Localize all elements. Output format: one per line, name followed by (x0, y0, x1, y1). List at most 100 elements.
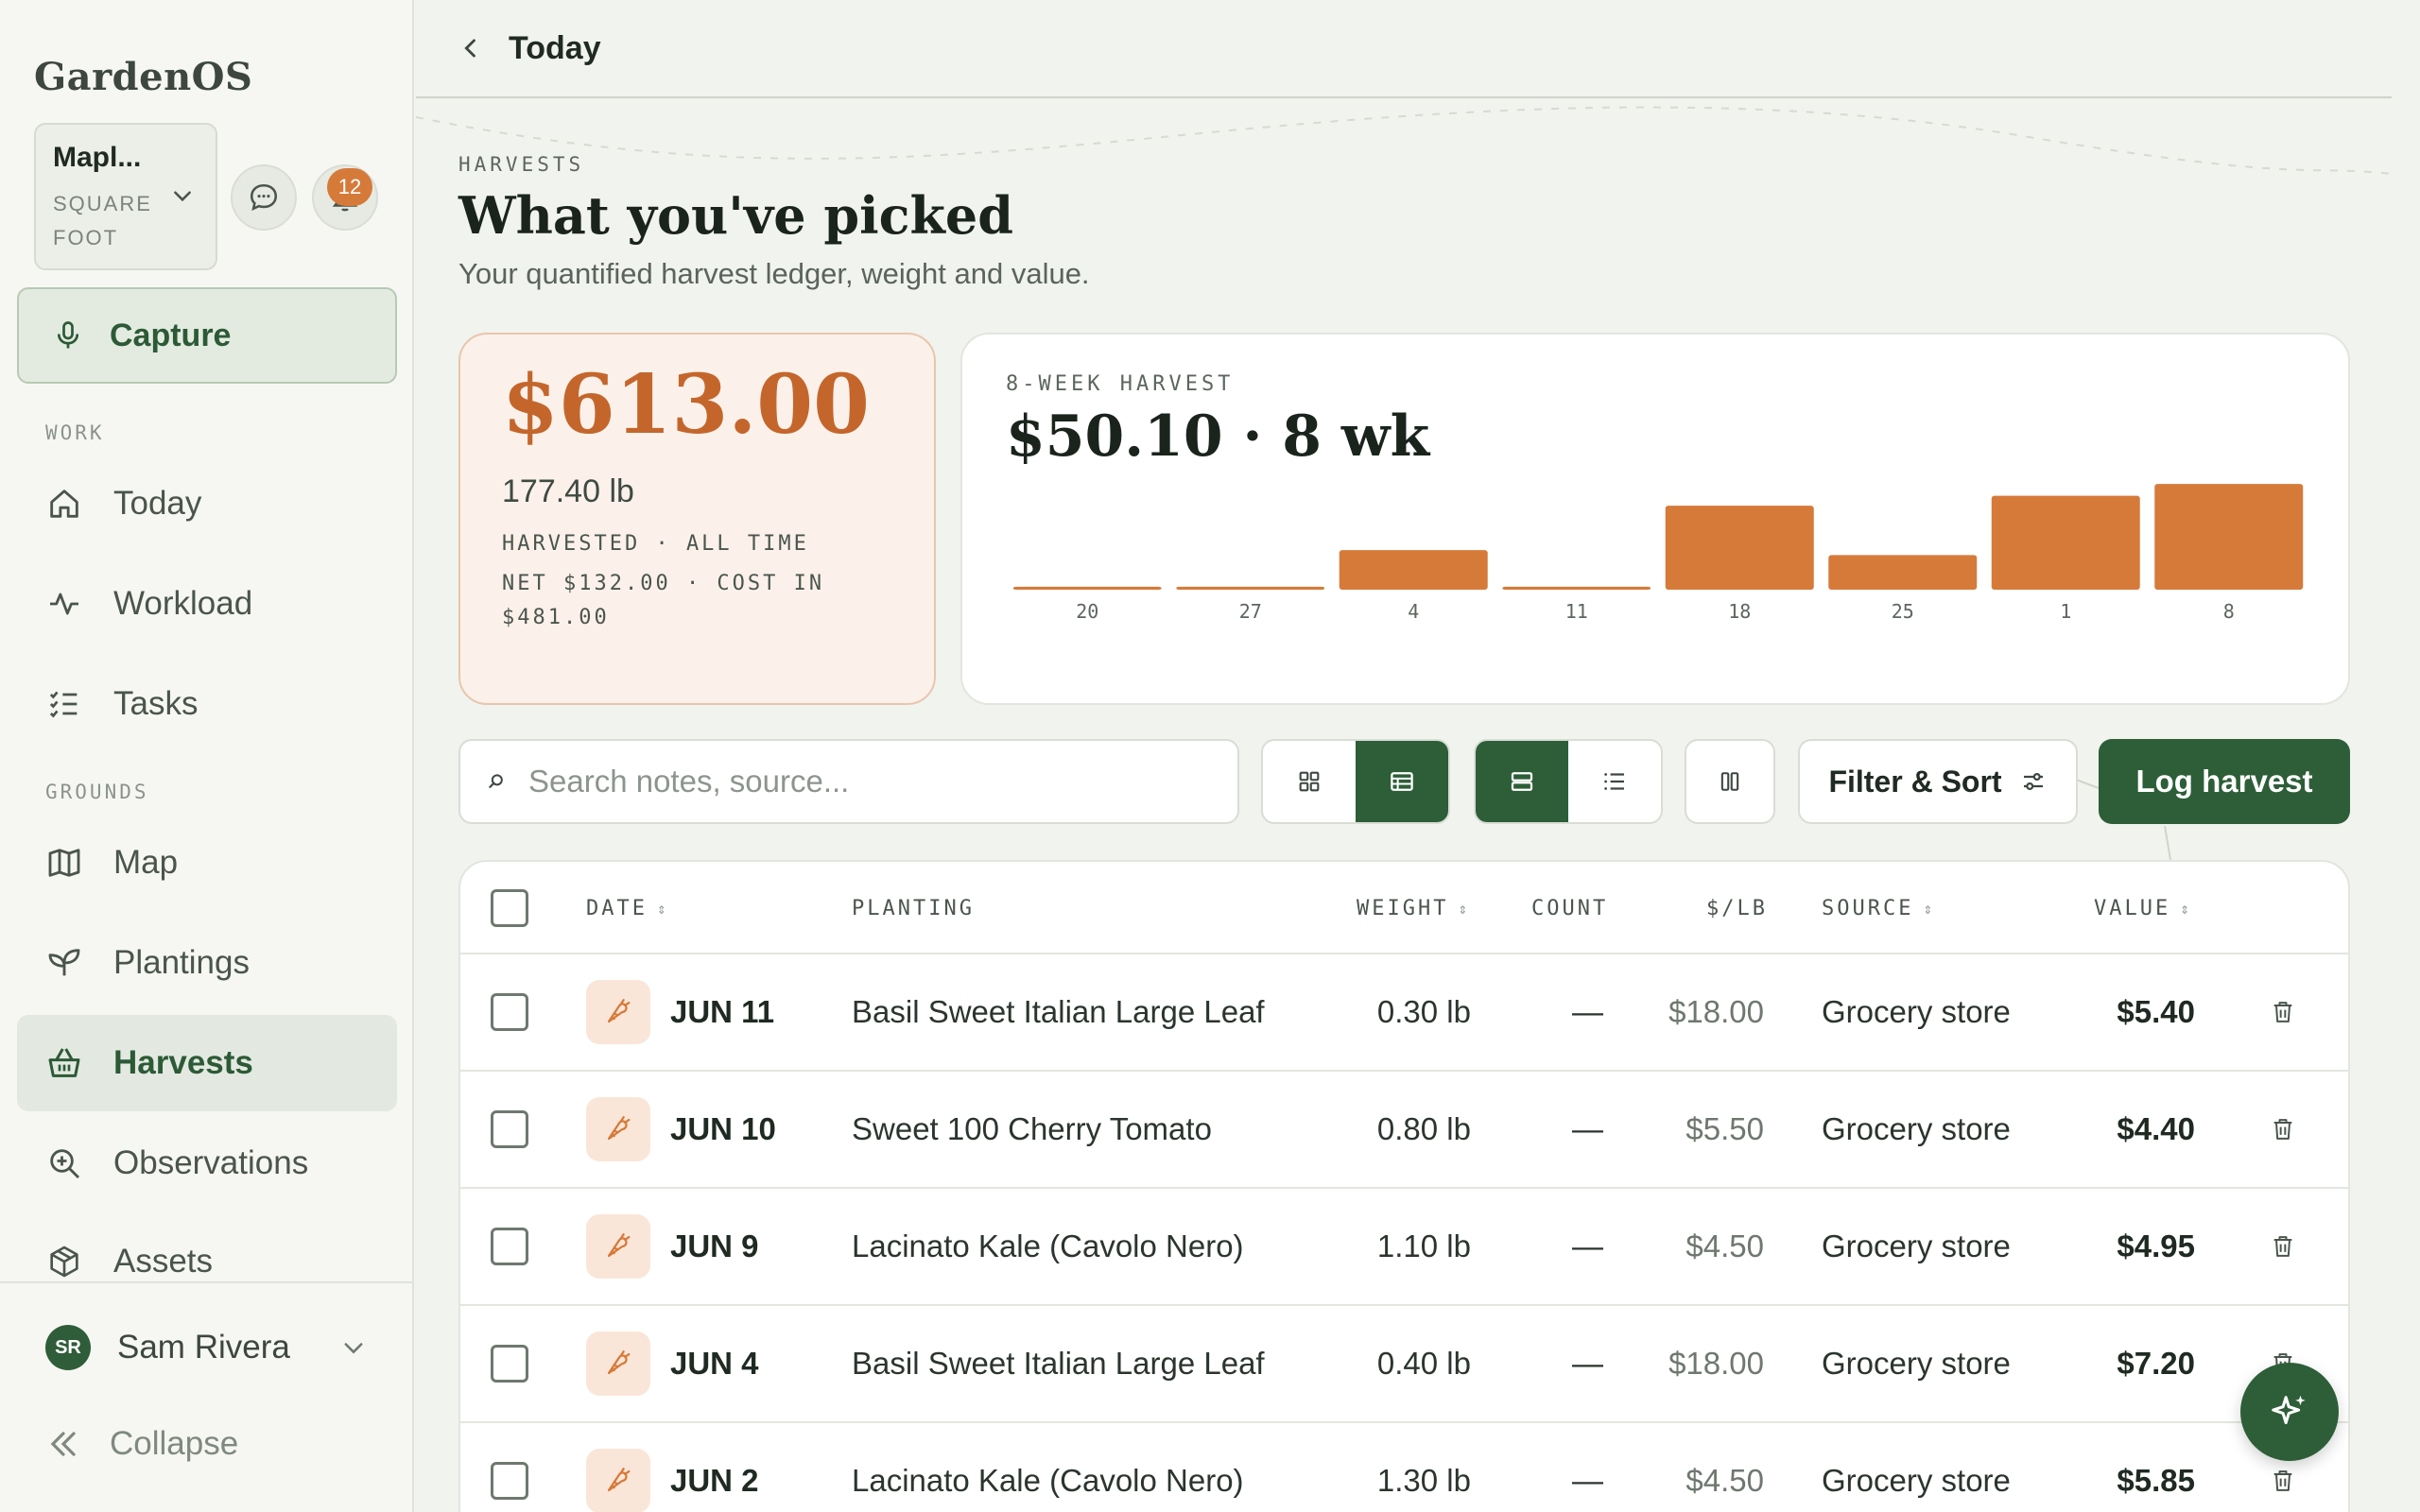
chart-bar (1176, 586, 1325, 590)
row-weight: 0.40 lb (1376, 1346, 1471, 1381)
sidebar-item-label: Harvests (113, 1044, 253, 1081)
row-checkbox[interactable] (491, 1110, 528, 1148)
column-header-source[interactable]: SOURCE ⇕ (1822, 862, 1935, 954)
row-checkbox[interactable] (491, 993, 528, 1031)
zoom-icon (50, 1149, 80, 1179)
log-harvest-label: Log harvest (2135, 764, 2313, 799)
grid-view-button[interactable] (1263, 741, 1356, 822)
carrot-icon (586, 1332, 650, 1396)
collapse-button[interactable]: Collapse (45, 1425, 238, 1463)
delete-button[interactable] (2270, 1189, 2296, 1304)
table-row[interactable]: JUN 11 Basil Sweet Italian Large Leaf 0.… (460, 954, 2348, 1072)
search-icon (489, 774, 503, 788)
chart-tick-label: 27 (1239, 600, 1262, 623)
column-header-label: WEIGHT (1357, 896, 1449, 920)
row-count: — (1572, 1463, 1603, 1498)
row-weight: 0.30 lb (1376, 994, 1471, 1029)
row-checkbox[interactable] (491, 1462, 528, 1500)
sidebar-item-map[interactable]: Map (17, 815, 397, 911)
row-count: — (1572, 1228, 1603, 1263)
avatar: SR (45, 1325, 91, 1370)
trash-icon (2273, 1119, 2292, 1140)
trash-icon (2273, 1470, 2292, 1491)
sidebar-item-harvests[interactable]: Harvests (17, 1015, 397, 1111)
section-label-grounds: GROUNDS (45, 781, 149, 803)
chevron-down-icon (344, 1343, 363, 1354)
activity-icon (50, 593, 78, 615)
search-input[interactable] (528, 764, 1209, 799)
sidebar-item-workload[interactable]: Workload (17, 556, 397, 652)
carrot-icon (586, 1214, 650, 1279)
carrot-icon (586, 1449, 650, 1512)
chat-bubble-icon (250, 183, 278, 212)
column-header-planting: PLANTING (852, 862, 975, 954)
row-count: — (1572, 1111, 1603, 1146)
chart-tick-label: 4 (1408, 600, 1419, 623)
filter-sort-button[interactable]: Filter & Sort (1798, 739, 2078, 824)
row-value: $4.40 (2117, 1111, 2195, 1146)
row-value: $7.20 (2117, 1346, 2195, 1381)
trash-icon (2273, 1002, 2292, 1022)
table-icon (1391, 772, 1413, 791)
garden-selector[interactable]: Mapl... SQUARE FOOT (34, 123, 217, 270)
weekly-kicker: 8-WEEK HARVEST (1006, 372, 1235, 396)
chart-tick-label: 8 (2223, 600, 2235, 623)
row-planting: Basil Sweet Italian Large Leaf (852, 1346, 1265, 1381)
row-planting: Lacinato Kale (Cavolo Nero) (852, 1463, 1244, 1498)
page-title: What you've picked (458, 185, 1014, 246)
carrot-icon (586, 1097, 650, 1161)
sidebar-item-plantings[interactable]: Plantings (17, 915, 397, 1011)
log-harvest-button[interactable]: Log harvest (2099, 739, 2350, 824)
topbar: Today (416, 0, 2392, 98)
total-weight: 177.40 lb (502, 472, 634, 509)
column-header-label: $/LB (1706, 896, 1768, 920)
row-date: JUN 10 (670, 1111, 776, 1146)
delete-button[interactable] (2270, 954, 2296, 1070)
column-header-count: COUNT (1531, 862, 1608, 954)
table-row[interactable]: JUN 9 Lacinato Kale (Cavolo Nero) 1.10 l… (460, 1189, 2348, 1306)
ai-assistant-button[interactable] (2240, 1363, 2339, 1461)
chart-tick-label: 11 (1565, 600, 1588, 623)
checklist-icon (49, 691, 78, 718)
columns-icon (1720, 772, 1739, 791)
comfortable-density-button[interactable] (1476, 741, 1568, 822)
sidebar-item-tasks[interactable]: Tasks (17, 656, 397, 752)
chevron-left-icon[interactable] (458, 35, 484, 61)
filter-sort-label: Filter & Sort (1828, 764, 2002, 799)
row-planting: Basil Sweet Italian Large Leaf (852, 994, 1265, 1029)
compact-density-button[interactable] (1568, 741, 1661, 822)
column-header-price: $/LB (1706, 862, 1768, 954)
table-row[interactable]: JUN 4 Basil Sweet Italian Large Leaf 0.4… (460, 1306, 2348, 1423)
row-date: JUN 11 (670, 994, 775, 1029)
sidebar-item-label: Today (113, 485, 202, 522)
sidebar-item-today[interactable]: Today (17, 455, 397, 552)
delete-button[interactable] (2270, 1072, 2296, 1187)
select-all-checkbox[interactable] (491, 889, 528, 927)
collapse-label: Collapse (110, 1425, 239, 1462)
row-date: JUN 9 (670, 1228, 759, 1263)
columns-button[interactable] (1685, 739, 1775, 824)
weekly-harvest-card: 8-WEEK HARVEST $50.10 · 8 wk 20 27 4 11 18 25… (960, 333, 2350, 705)
row-checkbox[interactable] (491, 1228, 528, 1265)
total-scope: HARVESTED · ALL TIME (502, 531, 809, 556)
row-checkbox[interactable] (491, 1345, 528, 1383)
column-header-date[interactable]: DATE ⇕ (586, 862, 669, 954)
row-weight: 1.30 lb (1376, 1463, 1471, 1498)
messages-button[interactable] (231, 164, 297, 231)
user-menu[interactable]: SR Sam Rivera (45, 1325, 367, 1370)
column-header-label: VALUE (2094, 896, 2171, 920)
table-row[interactable]: JUN 2 Lacinato Kale (Cavolo Nero) 1.30 l… (460, 1423, 2348, 1512)
capture-button[interactable]: Capture (17, 287, 397, 384)
table-row[interactable]: JUN 10 Sweet 100 Cherry Tomato 0.80 lb —… (460, 1072, 2348, 1189)
row-date: JUN 2 (670, 1463, 759, 1498)
row-planting: Lacinato Kale (Cavolo Nero) (852, 1228, 1244, 1263)
sidebar-item-observations[interactable]: Observations (17, 1115, 397, 1211)
carrot-icon (586, 980, 650, 1044)
chart-bar (1012, 586, 1162, 590)
column-header-value[interactable]: VALUE ⇕ (2094, 862, 2192, 954)
chart-bar (1665, 506, 1814, 590)
column-header-weight[interactable]: WEIGHT ⇕ (1357, 862, 1470, 954)
chart-tick-label: 18 (1728, 600, 1751, 623)
back-link[interactable]: Today (509, 30, 601, 67)
table-view-button[interactable] (1356, 741, 1448, 822)
